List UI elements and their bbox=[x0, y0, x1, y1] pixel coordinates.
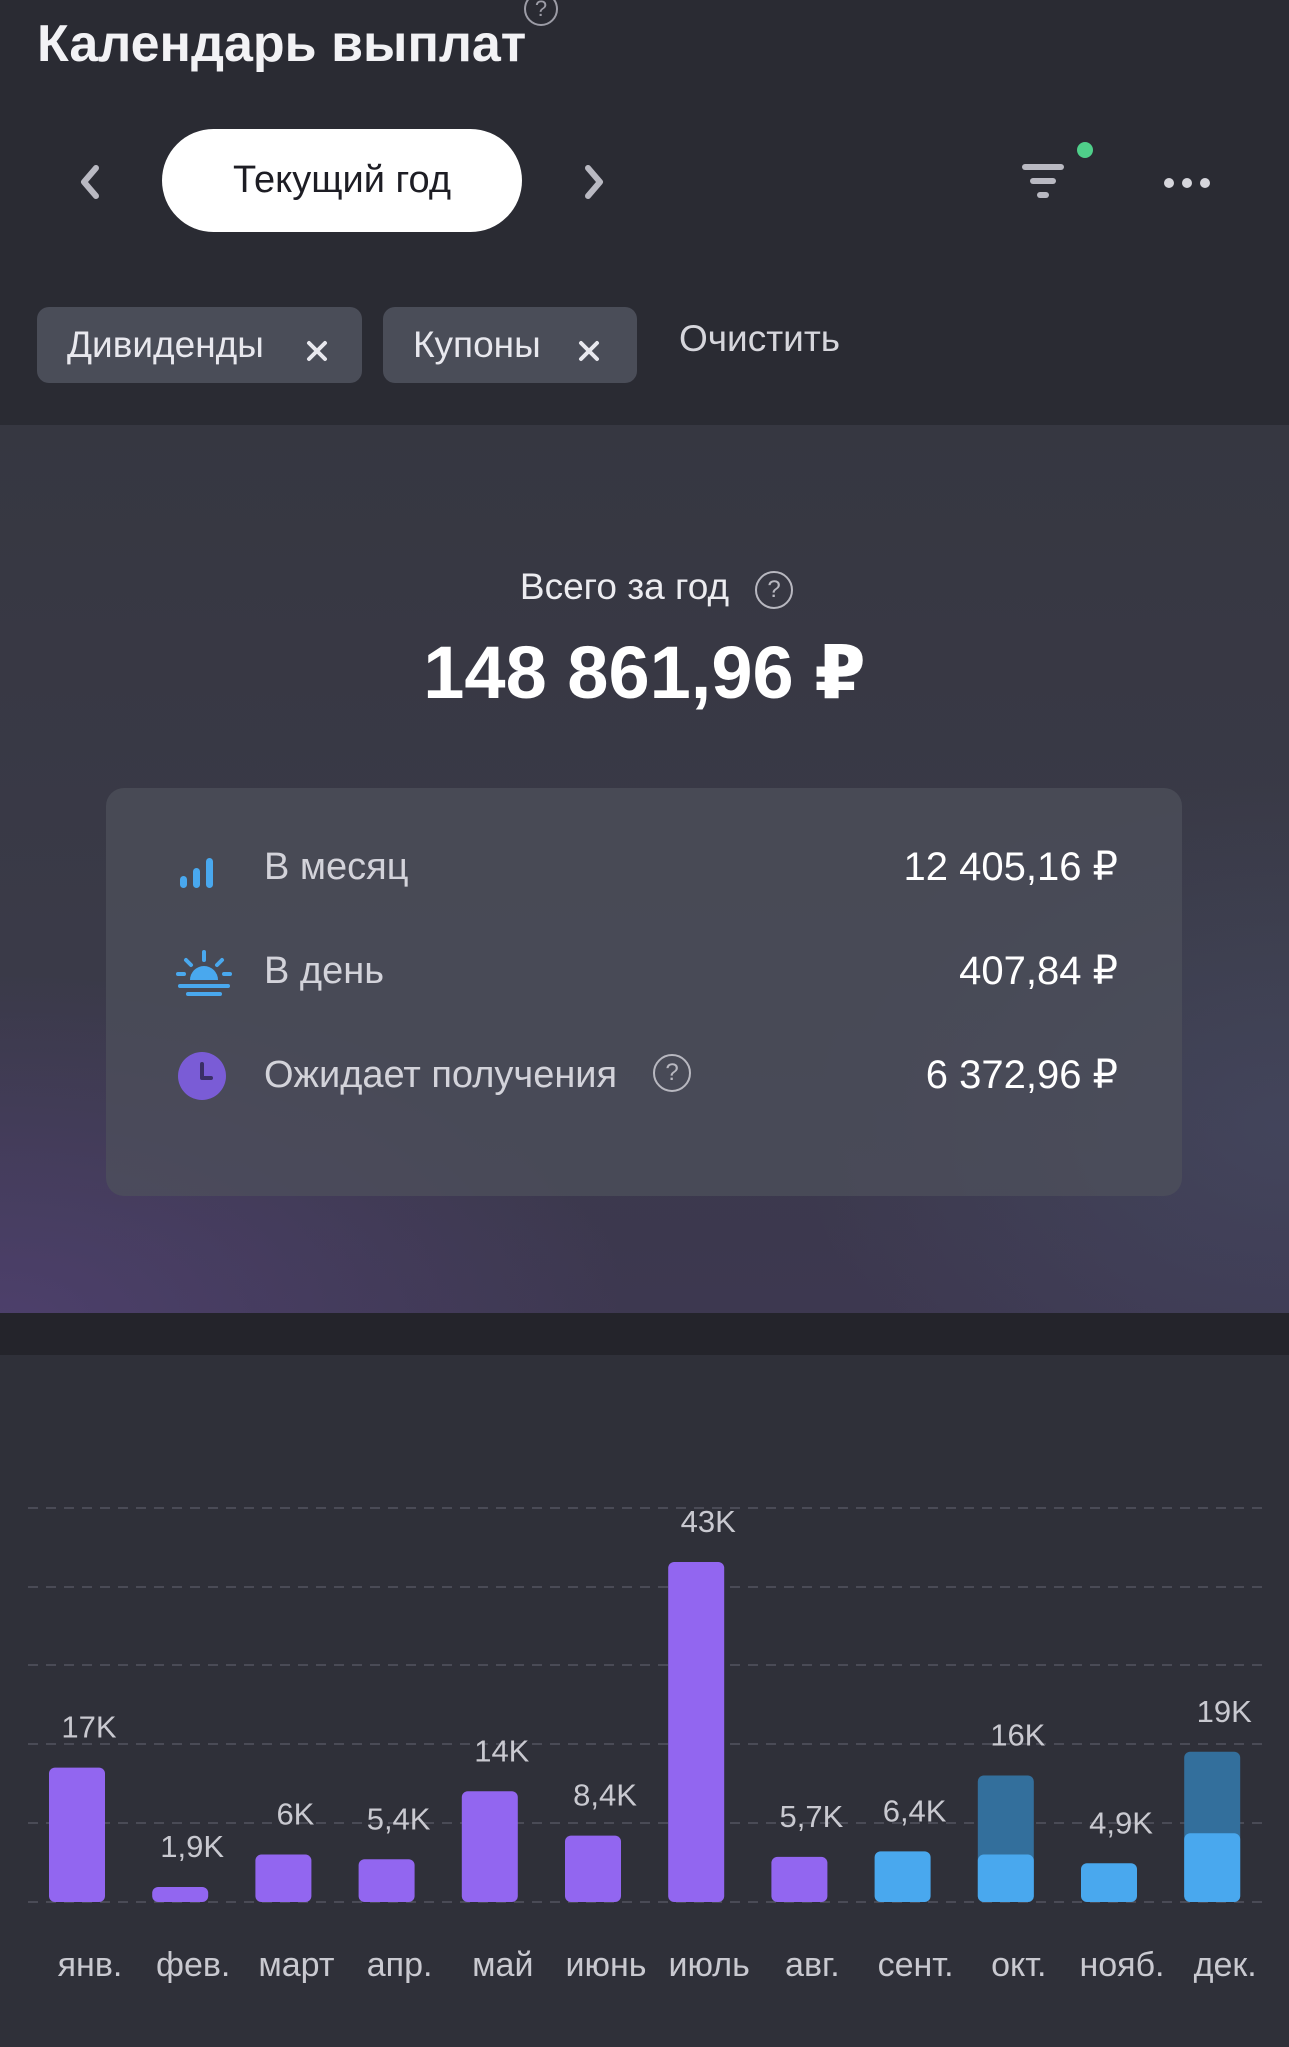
month-label[interactable]: март bbox=[241, 1946, 351, 1985]
total-value: 148 861,96 ₽ bbox=[423, 631, 866, 714]
period-label: Текущий год bbox=[232, 159, 452, 201]
filter-active-indicator bbox=[1077, 142, 1093, 158]
filter-chip-label: Купоны bbox=[413, 324, 541, 365]
close-icon[interactable] bbox=[576, 331, 602, 361]
bar[interactable] bbox=[771, 1856, 828, 1902]
filter-icon[interactable] bbox=[1018, 158, 1068, 204]
stats-card: В месяц 12 405,16 ₽ В день 407,84 ₽ Ожид… bbox=[106, 788, 1182, 1196]
total-label: Всего за год bbox=[519, 566, 730, 607]
month-label[interactable]: фев. bbox=[138, 1946, 248, 1985]
bar-value-label: 4,9K bbox=[1089, 1805, 1153, 1840]
bar[interactable] bbox=[358, 1859, 415, 1902]
page-title: Календарь выплат bbox=[37, 15, 527, 73]
month-label[interactable]: июнь bbox=[551, 1946, 661, 1985]
bar-value-label: 1,9K bbox=[160, 1829, 224, 1864]
stat-label: В день bbox=[264, 950, 384, 992]
help-circle-icon[interactable]: ? bbox=[755, 571, 793, 609]
bar-value-label: 43K bbox=[681, 1504, 736, 1539]
bar-value-label: 6K bbox=[276, 1797, 314, 1832]
bar[interactable] bbox=[1081, 1863, 1137, 1902]
bar[interactable] bbox=[668, 1562, 725, 1902]
month-label[interactable]: окт. bbox=[964, 1946, 1074, 1985]
month-label[interactable]: нояб. bbox=[1067, 1946, 1177, 1985]
filter-chip-coupons[interactable]: Купоны bbox=[383, 307, 637, 383]
bar[interactable] bbox=[565, 1835, 621, 1902]
bar-value-label: 5,7K bbox=[780, 1799, 844, 1834]
section-divider bbox=[0, 1313, 1289, 1355]
month-label[interactable]: июль bbox=[654, 1946, 764, 1985]
help-circle-icon[interactable]: ? bbox=[524, 0, 558, 26]
sunrise-icon bbox=[176, 946, 232, 998]
chevron-left-icon[interactable] bbox=[70, 160, 110, 204]
payout-chart-svg: 17K 1,9K 6K 5,4K 14K 8,4K 43K 5,7K 6,4K 16K 4,9K 19… bbox=[28, 1504, 1266, 1903]
stat-row-monthly: В месяц 12 405,16 ₽ bbox=[106, 832, 1182, 902]
bar-value-label: 17K bbox=[61, 1710, 116, 1745]
filter-chip-dividends[interactable]: Дивиденды bbox=[37, 307, 362, 383]
stat-value: 407,84 ₽ bbox=[959, 949, 1118, 993]
month-label[interactable]: сент. bbox=[861, 1946, 971, 1985]
month-label[interactable]: апр. bbox=[345, 1946, 455, 1985]
stat-row-daily: В день 407,84 ₽ bbox=[106, 936, 1182, 1006]
bar[interactable] bbox=[49, 1767, 105, 1902]
more-horizontal-icon[interactable] bbox=[1160, 168, 1214, 198]
clear-filters-button[interactable]: Очистить bbox=[679, 318, 840, 360]
header-area: Календарь выплат ? Текущий год Дивиденды… bbox=[0, 0, 1289, 425]
chevron-right-icon[interactable] bbox=[574, 160, 614, 204]
filter-chip-label: Дивиденды bbox=[67, 324, 264, 365]
close-icon[interactable] bbox=[304, 331, 330, 361]
bar-value-label: 16K bbox=[990, 1717, 1045, 1752]
bar-chart-icon bbox=[176, 842, 228, 894]
month-label[interactable]: дек. bbox=[1170, 1946, 1280, 1985]
clock-icon bbox=[176, 1050, 228, 1102]
stat-label: Ожидает получения bbox=[264, 1054, 618, 1096]
bar[interactable] bbox=[461, 1791, 518, 1902]
month-label[interactable]: янв. bbox=[35, 1946, 145, 1985]
month-label[interactable]: май bbox=[448, 1946, 558, 1985]
bar-value-label: 19K bbox=[1197, 1694, 1252, 1729]
stat-value: 12 405,16 ₽ bbox=[903, 845, 1118, 889]
payout-chart: 17K 1,9K 6K 5,4K 14K 8,4K 43K 5,7K 6,4K 16K 4,9K 19… bbox=[0, 1355, 1289, 2047]
period-selector[interactable]: Текущий год bbox=[162, 129, 522, 232]
bar-value-label: 14K bbox=[474, 1733, 529, 1768]
bar[interactable] bbox=[152, 1886, 209, 1902]
bar[interactable] bbox=[255, 1854, 312, 1902]
bar-value-label: 5,4K bbox=[367, 1801, 431, 1836]
stat-value: 6 372,96 ₽ bbox=[925, 1053, 1118, 1097]
bar[interactable] bbox=[977, 1854, 1034, 1902]
bar-value-label: 8,4K bbox=[573, 1778, 637, 1813]
stat-row-pending: Ожидает получения ? 6 372,96 ₽ bbox=[106, 1040, 1182, 1110]
bar[interactable] bbox=[1184, 1833, 1241, 1902]
month-label[interactable]: авг. bbox=[757, 1946, 867, 1985]
bar[interactable] bbox=[874, 1851, 931, 1902]
stat-label: В месяц bbox=[264, 846, 409, 888]
help-circle-icon[interactable]: ? bbox=[653, 1054, 691, 1092]
bar-value-label: 6,4K bbox=[883, 1793, 947, 1828]
